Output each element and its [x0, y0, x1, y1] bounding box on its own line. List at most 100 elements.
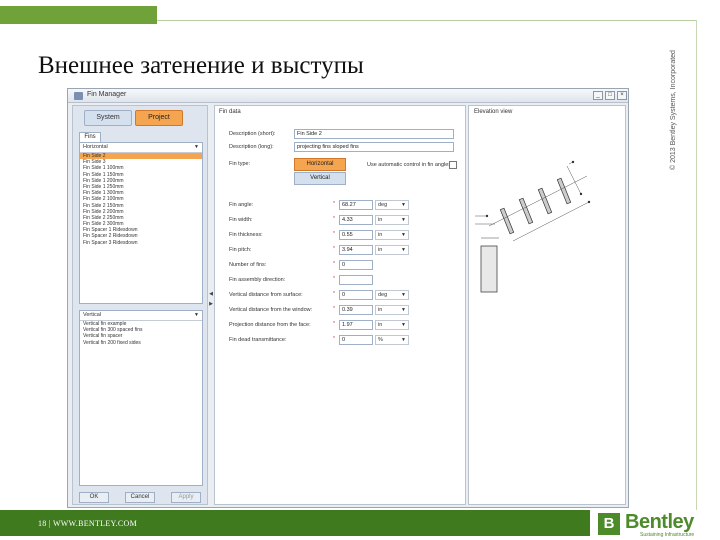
fin-properties-pane: Fin data Description (short): Fin Side 2… — [214, 105, 466, 505]
required-marker: * — [333, 201, 335, 207]
property-value-field[interactable] — [339, 275, 373, 285]
vertical-fin-list[interactable]: Vertical ▼ Vertical fin example Vertical … — [79, 310, 203, 486]
unit-value: in — [378, 232, 383, 238]
tab-fins[interactable]: Fins — [79, 132, 101, 142]
required-marker: * — [333, 246, 335, 252]
required-marker: * — [333, 336, 335, 342]
fin-library-pane: System Project Fins Horizontal ▼ Fin Sid… — [72, 105, 208, 505]
desc-short-field[interactable]: Fin Side 2 — [294, 129, 454, 139]
bentley-logo-text: Bentley — [625, 511, 694, 533]
vertical-category-select[interactable]: Vertical ▼ — [80, 311, 202, 321]
chevron-down-icon: ▼ — [194, 144, 199, 150]
required-marker: * — [333, 216, 335, 222]
chevron-down-icon: ▼ — [401, 307, 406, 313]
chevron-down-icon: ▼ — [401, 247, 406, 253]
fin-category-select[interactable]: Horizontal ▼ — [80, 143, 202, 153]
property-value-field[interactable]: 4.33 — [339, 215, 373, 225]
properties-header: Fin data — [219, 109, 241, 115]
chevron-down-icon: ▼ — [401, 322, 406, 328]
property-label: Fin width: — [229, 217, 253, 223]
property-value-field[interactable]: 1.97 — [339, 320, 373, 330]
fin-elevation-diagram — [475, 160, 591, 293]
fin-list[interactable]: Horizontal ▼ Fin Side 2 Fin Side 3 Fin Sid… — [79, 142, 203, 304]
auto-angle-checkbox[interactable] — [449, 161, 457, 169]
required-marker: * — [333, 261, 335, 267]
chevron-down-icon: ▼ — [401, 202, 406, 208]
property-label: Vertical distance from surface: — [229, 292, 303, 298]
unit-value: in — [378, 217, 383, 223]
vertical-category-value: Vertical — [83, 312, 102, 318]
unit-select[interactable]: in ▼ — [375, 245, 409, 255]
bentley-logo-icon: B — [598, 513, 620, 535]
fins-group — [499, 177, 572, 235]
footer-url: 18 | WWW.BENTLEY.COM — [38, 519, 138, 528]
unit-value: in — [378, 307, 383, 313]
property-label: Vertical distance from the window: — [229, 307, 313, 313]
property-value-field[interactable]: 3.94 — [339, 245, 373, 255]
maximize-button[interactable]: □ — [605, 91, 615, 100]
unit-value: deg — [378, 292, 388, 298]
unit-select[interactable]: deg ▼ — [375, 290, 409, 300]
collapse-left-icon[interactable]: ◀ — [209, 289, 213, 299]
unit-select[interactable]: in ▼ — [375, 305, 409, 315]
vertical-fin-list-item[interactable]: Vertical fin 200 fixed sides — [80, 340, 202, 346]
fin-category-value: Horizontal — [83, 144, 108, 150]
pane-splitter[interactable]: ◀ ▶ — [209, 289, 213, 329]
unit-select[interactable]: in ▼ — [375, 320, 409, 330]
slide-title: Внешнее затенение и выступы — [38, 52, 364, 79]
required-marker: * — [333, 291, 335, 297]
copyright-text: © 2013 Bentley Systems, Incorporated — [670, 50, 677, 170]
elevation-view-pane: Elevation view — [468, 105, 626, 505]
chevron-down-icon: ▼ — [401, 337, 406, 343]
unit-select[interactable]: in ▼ — [375, 215, 409, 225]
system-button[interactable]: System — [84, 110, 132, 126]
property-value-field[interactable]: 0.55 — [339, 230, 373, 240]
desc-long-label: Description (long): — [229, 144, 274, 150]
chevron-down-icon: ▼ — [401, 232, 406, 238]
property-label: Projection distance from the face: — [229, 322, 311, 328]
window-title: Fin Manager — [87, 91, 127, 98]
dimension-lines — [475, 161, 590, 242]
property-label: Fin angle: — [229, 202, 254, 208]
property-value-field[interactable]: 0.39 — [339, 305, 373, 315]
required-marker: * — [333, 306, 335, 312]
unit-select[interactable]: % ▼ — [375, 335, 409, 345]
fin-slat — [518, 197, 534, 225]
fin-list-item[interactable]: Fin Spacer 3 Ridesdown — [80, 240, 202, 246]
required-marker: * — [333, 231, 335, 237]
vertical-button[interactable]: Vertical — [294, 172, 346, 185]
fin-manager-window: Fin Manager _ □ × System Project Fins Ho… — [67, 88, 629, 508]
app-icon — [74, 92, 83, 100]
bentley-tagline: Sustaining Infrastructure — [640, 532, 695, 538]
fin-type-label: Fin type: — [229, 161, 251, 167]
wall-section — [480, 245, 498, 293]
property-value-field[interactable]: 0 — [339, 335, 373, 345]
property-label: Fin pitch: — [229, 247, 252, 253]
unit-select[interactable]: in ▼ — [375, 230, 409, 240]
unit-value: in — [378, 247, 383, 253]
property-value-field[interactable]: 0 — [339, 290, 373, 300]
fin-slat — [499, 207, 515, 235]
desc-long-field[interactable]: projecting fins sloped fins — [294, 142, 454, 152]
header-green-bar — [0, 6, 157, 24]
horizontal-button[interactable]: Horizontal — [294, 158, 346, 171]
header-divider — [157, 20, 697, 21]
property-label: Fin dead transmittance: — [229, 337, 287, 343]
ok-button[interactable]: OK — [79, 492, 109, 503]
window-titlebar: Fin Manager _ □ × — [68, 89, 628, 103]
unit-value: deg — [378, 202, 388, 208]
project-button[interactable]: Project — [135, 110, 183, 126]
close-button[interactable]: × — [617, 91, 627, 100]
collapse-right-icon[interactable]: ▶ — [209, 299, 213, 309]
dimension-ticks — [485, 160, 591, 218]
property-value-field[interactable]: 0 — [339, 260, 373, 270]
right-divider — [696, 20, 697, 510]
apply-button[interactable]: Apply — [171, 492, 201, 503]
property-label: Fin assembly direction: — [229, 277, 286, 283]
unit-select[interactable]: deg ▼ — [375, 200, 409, 210]
minimize-button[interactable]: _ — [593, 91, 603, 100]
fin-slat — [556, 177, 572, 205]
unit-value: % — [378, 337, 383, 343]
property-value-field[interactable]: 68.27 — [339, 200, 373, 210]
cancel-button[interactable]: Cancel — [125, 492, 155, 503]
